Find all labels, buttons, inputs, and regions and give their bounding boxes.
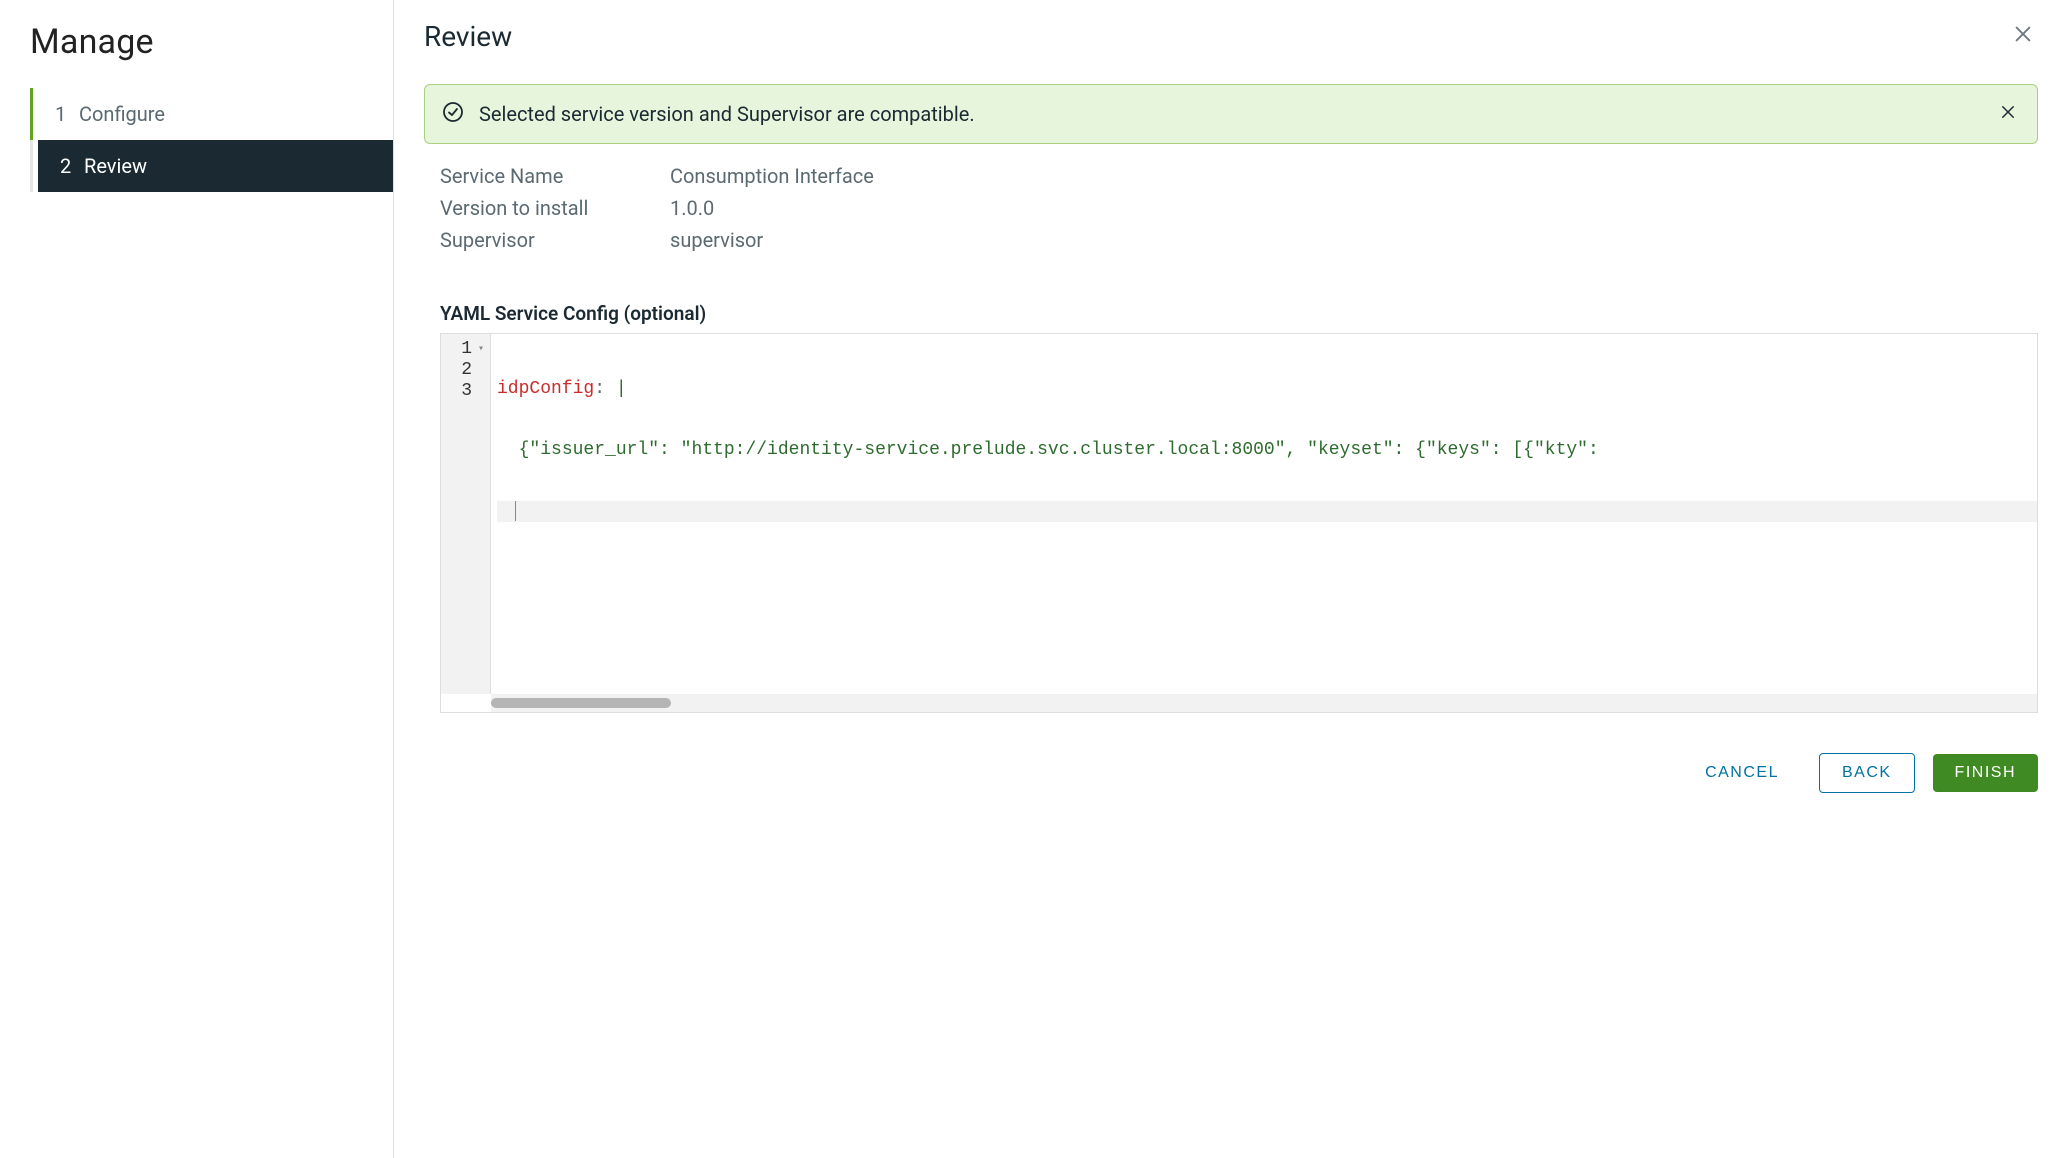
step-review[interactable]: 2 Review bbox=[38, 140, 393, 192]
editor-gutter: 1▾ 2 3 bbox=[441, 334, 491, 694]
editor-h-scrollbar[interactable] bbox=[491, 694, 2037, 712]
service-name-value: Consumption Interface bbox=[670, 164, 2038, 188]
wizard-steps: 1 Configure 2 Review bbox=[30, 88, 393, 192]
supervisor-value: supervisor bbox=[670, 228, 2038, 252]
main-panel: Review Selected service version and Supe… bbox=[394, 0, 2068, 1158]
alert-close-button[interactable] bbox=[1995, 99, 2021, 129]
editor-code[interactable]: idpConfig: | {"issuer_url": "http://iden… bbox=[491, 334, 2037, 694]
check-circle-icon bbox=[441, 100, 465, 129]
compatibility-alert: Selected service version and Supervisor … bbox=[424, 84, 2038, 144]
finish-button[interactable]: FINISH bbox=[1933, 754, 2038, 792]
close-icon bbox=[2012, 23, 2034, 45]
step-configure[interactable]: 1 Configure bbox=[33, 88, 393, 140]
cancel-button[interactable]: CANCEL bbox=[1683, 754, 1801, 792]
step-number: 2 bbox=[60, 154, 84, 178]
service-name-label: Service Name bbox=[440, 164, 670, 188]
main-header: Review bbox=[424, 18, 2038, 54]
alert-text: Selected service version and Supervisor … bbox=[479, 102, 1995, 126]
close-icon bbox=[1999, 103, 2017, 121]
review-summary: Service Name Consumption Interface Versi… bbox=[440, 164, 2038, 252]
scrollbar-thumb[interactable] bbox=[491, 698, 671, 708]
wizard-footer: CANCEL BACK FINISH bbox=[424, 753, 2038, 793]
fold-icon[interactable]: ▾ bbox=[474, 339, 484, 360]
back-button[interactable]: BACK bbox=[1819, 753, 1915, 793]
close-button[interactable] bbox=[2008, 18, 2038, 54]
wizard-sidebar: Manage 1 Configure 2 Review bbox=[0, 0, 394, 1158]
version-value: 1.0.0 bbox=[670, 196, 2038, 220]
cursor bbox=[515, 501, 516, 521]
yaml-config-label: YAML Service Config (optional) bbox=[440, 302, 2038, 325]
page-title: Review bbox=[424, 20, 512, 53]
yaml-editor[interactable]: 1▾ 2 3 idpConfig: | {"issuer_url": "http… bbox=[440, 333, 2038, 713]
step-number: 1 bbox=[55, 102, 79, 126]
sidebar-title: Manage bbox=[0, 22, 393, 88]
version-label: Version to install bbox=[440, 196, 670, 220]
step-label: Review bbox=[84, 154, 147, 178]
step-label: Configure bbox=[79, 102, 165, 126]
supervisor-label: Supervisor bbox=[440, 228, 670, 252]
